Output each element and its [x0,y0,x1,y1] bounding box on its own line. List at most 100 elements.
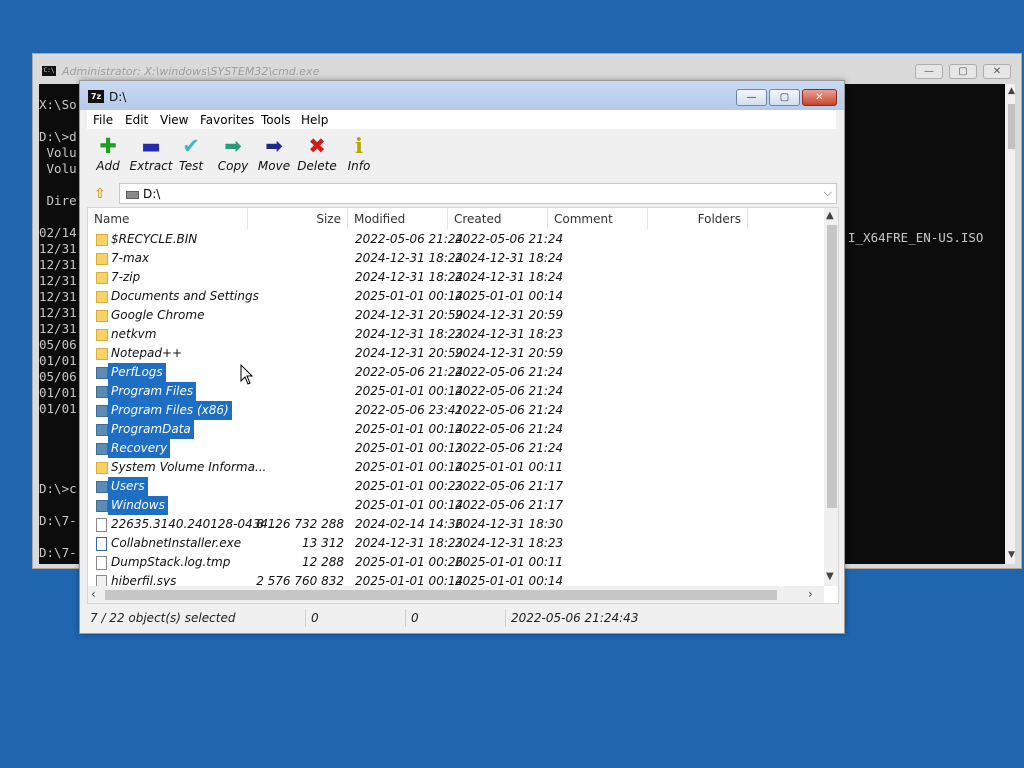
file-row[interactable]: 7-max 2024-12-31 18:24 2024-12-31 18:24 [88,249,824,268]
menu-view[interactable]: View [160,113,188,127]
folder-icon [96,500,108,512]
file-size [250,420,344,439]
file-row[interactable]: Program Files 2025-01-01 00:14 2022-05-06 … [88,382,824,401]
status-bar: 7 / 22 object(s) selected 0 0 2022-05-06… [87,607,838,629]
cmd-line: X:\So [39,97,77,112]
cmd-line: Volu [39,161,77,176]
file-list[interactable]: Name Size Modified Created Comment Folde… [87,207,839,604]
copy-label: Copy [217,159,249,173]
folder-icon [96,329,108,341]
test-label: Test [178,159,204,173]
file-size [250,458,344,477]
file-name: 7-zip [111,270,141,284]
column-size[interactable]: Size [248,208,348,229]
address-input[interactable]: D:\ ⌵ [119,183,837,204]
file-size [250,287,344,306]
menu-favorites[interactable]: Favorites [200,113,254,127]
cmd-line: 12/31 [39,321,77,336]
cmd-scroll-thumb[interactable] [1008,104,1015,149]
chevron-down-icon[interactable]: ⌵ [824,186,832,200]
folder-icon [96,462,108,474]
file-row[interactable]: $RECYCLE.BIN 2022-05-06 21:24 2022-05-06 2… [88,230,824,249]
file-name: $RECYCLE.BIN [111,232,198,246]
scroll-right-icon[interactable]: › [808,587,813,601]
file-row[interactable]: 22635.3140.240128-0434... 8 126 732 288 20… [88,515,824,534]
file-row[interactable]: netkvm 2024-12-31 18:23 2024-12-31 18:23 [88,325,824,344]
file-modified: 2024-12-31 18:24 [355,251,464,265]
add-button[interactable]: ✚ Add [86,133,130,179]
fm-titlebar[interactable]: 7z D:\ — ▢ ✕ [80,81,844,110]
menu-file[interactable]: File [93,113,113,127]
file-row[interactable]: Users 2025-01-01 00:23 2022-05-06 21:17 [88,477,824,496]
copy-button[interactable]: ➡ Copy [211,133,255,179]
file-name: hiberfil.sys [111,574,177,586]
file-row[interactable]: 7-zip 2024-12-31 18:24 2024-12-31 18:24 [88,268,824,287]
extract-button[interactable]: ▬ Extract [127,133,175,179]
file-row[interactable]: Notepad++ 2024-12-31 20:59 2024-12-31 20:5… [88,344,824,363]
file-row[interactable]: Program Files (x86) 2022-05-06 23:41 2022-… [88,401,824,420]
delete-button[interactable]: ✖ Delete [295,133,339,179]
list-horizontal-scrollbar[interactable]: ‹ › [88,586,824,603]
column-comment[interactable]: Comment [548,208,648,229]
file-row[interactable]: Documents and Settings 2025-01-01 00:14 20… [88,287,824,306]
fm-maximize-button[interactable]: ▢ [769,89,800,106]
scroll-down-icon[interactable]: ▼ [826,571,834,582]
file-manager-window[interactable]: 7z D:\ — ▢ ✕ File Edit View Favorites To… [79,80,845,634]
cmd-line: 05/06 [39,369,77,384]
file-row[interactable]: ProgramData 2025-01-01 00:14 2022-05-06 21… [88,420,824,439]
file-created: 2022-05-06 21:17 [455,479,564,493]
check-icon: ✔ [182,134,200,158]
file-name: DumpStack.log.tmp [111,555,231,569]
column-name[interactable]: Name [88,208,248,229]
column-modified[interactable]: Modified [348,208,448,229]
move-button[interactable]: ➡ Move [252,133,296,179]
fm-title: D:\ [109,90,127,104]
cmd-line: Volu [39,145,77,160]
scroll-left-icon[interactable]: ‹ [91,587,96,601]
file-created: 2022-05-06 21:24 [455,384,564,398]
fm-close-button[interactable]: ✕ [802,89,837,106]
cmd-minimize-button[interactable]: — [915,64,943,79]
menu-help[interactable]: Help [301,113,328,127]
file-size [250,439,344,458]
file-modified: 2024-12-31 20:59 [355,346,464,360]
list-vertical-scrollbar[interactable]: ▲ ▼ [824,208,838,586]
scroll-up-icon[interactable]: ▲ [826,210,834,221]
file-row[interactable]: System Volume Informa... 2025-01-01 00:14… [88,458,824,477]
menu-tools[interactable]: Tools [261,113,291,127]
folder-icon [96,481,108,493]
file-row[interactable]: Google Chrome 2024-12-31 20:59 2024-12-31 … [88,306,824,325]
file-icon [96,518,107,532]
file-created: 2024-12-31 18:24 [455,251,564,265]
folder-icon [96,443,108,455]
copy-arrow-icon: ➡ [224,134,242,158]
file-row[interactable]: PerfLogs 2022-05-06 21:24 2022-05-06 21:24 [88,363,824,382]
file-row[interactable]: CollabnetInstaller.exe 13 312 2024-12-31 1… [88,534,824,553]
column-created[interactable]: Created [448,208,548,229]
cmd-close-button[interactable]: ✕ [983,64,1011,79]
scroll-up-icon[interactable]: ▲ [1008,86,1015,96]
folder-up-icon[interactable]: ⇧ [91,185,109,203]
file-modified: 2025-01-01 00:14 [355,460,464,474]
vertical-scroll-thumb[interactable] [827,225,837,508]
scroll-down-icon[interactable]: ▼ [1008,550,1015,560]
status-packed: 0 [411,611,419,625]
horizontal-scroll-thumb[interactable] [105,590,777,600]
file-row[interactable]: hiberfil.sys 2 576 760 832 2025-01-01 00:1… [88,572,824,586]
info-button[interactable]: ℹ Info [337,133,381,179]
file-created: 2024-12-31 18:23 [455,536,564,550]
move-label: Move [257,159,291,173]
test-button[interactable]: ✔ Test [169,133,213,179]
cmd-line: 05/06 [39,337,77,352]
fm-minimize-button[interactable]: — [736,89,767,106]
7zip-app-icon: 7z [88,90,104,103]
menu-edit[interactable]: Edit [125,113,148,127]
cmd-line: 02/14 [39,225,77,240]
file-row[interactable]: Recovery 2025-01-01 00:13 2022-05-06 21:24 [88,439,824,458]
file-row[interactable]: Windows 2025-01-01 00:14 2022-05-06 21:17 [88,496,824,515]
file-row[interactable]: DumpStack.log.tmp 12 288 2025-01-01 00:26 2… [88,553,824,572]
cmd-maximize-button[interactable]: ▢ [949,64,977,79]
cmd-scrollbar[interactable]: ▲ ▼ [1005,84,1015,564]
column-folders[interactable]: Folders [648,208,748,229]
delete-label: Delete [297,159,337,173]
